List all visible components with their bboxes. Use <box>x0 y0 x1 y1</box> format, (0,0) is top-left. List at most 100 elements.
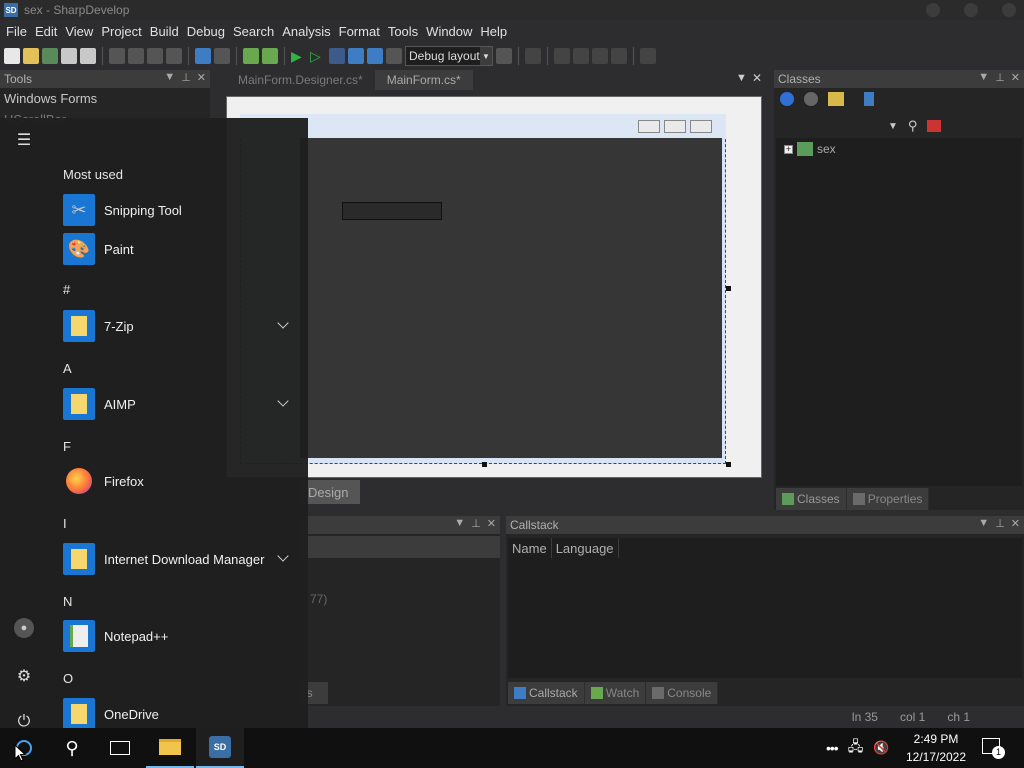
menu-file[interactable]: File <box>2 24 31 39</box>
volume-muted-icon[interactable]: 🔇 <box>873 740 889 756</box>
close-icon[interactable]: ✕ <box>1011 517 1020 530</box>
network-icon[interactable]: 🖧 <box>848 736 864 760</box>
back-icon[interactable] <box>780 92 794 106</box>
user-account-button[interactable]: ● <box>12 616 36 640</box>
taskbar-sharpdevelop[interactable]: SD <box>196 728 244 768</box>
show-hidden-icons-icon[interactable]: ••• <box>826 740 839 756</box>
task-view-button[interactable] <box>96 728 144 768</box>
close-document-icon[interactable]: ✕ <box>752 71 762 85</box>
close-icon[interactable]: ✕ <box>487 517 496 530</box>
tab-watch[interactable]: Watch <box>584 682 647 704</box>
start-header-i[interactable]: I <box>63 516 67 531</box>
prev-bookmark-icon[interactable] <box>573 48 589 64</box>
open-project-icon[interactable] <box>42 48 58 64</box>
tools-category-windows-forms[interactable]: Windows Forms <box>0 88 210 109</box>
chevron-down-icon[interactable] <box>277 317 289 329</box>
pin-icon[interactable]: ⊥ <box>995 71 1005 84</box>
menu-view[interactable]: View <box>61 24 97 39</box>
undo-icon[interactable] <box>195 48 211 64</box>
start-app-snipping-tool[interactable]: ✂ Snipping Tool <box>63 193 293 227</box>
dropdown-icon[interactable]: ▼ <box>164 71 175 84</box>
tab-classes[interactable]: Classes <box>776 488 847 510</box>
menu-search[interactable]: Search <box>229 24 278 39</box>
menu-edit[interactable]: Edit <box>31 24 61 39</box>
column-language[interactable]: Language <box>552 538 619 558</box>
menu-debug[interactable]: Debug <box>183 24 229 39</box>
resize-handle-bottom[interactable] <box>482 462 487 467</box>
close-button[interactable] <box>1002 3 1016 17</box>
filter-dropdown-icon[interactable]: ▼ <box>888 121 898 132</box>
comment-icon[interactable] <box>525 48 541 64</box>
start-app-7zip[interactable]: 7-Zip <box>63 309 293 343</box>
save-all-icon[interactable] <box>80 48 96 64</box>
tab-properties[interactable]: Properties <box>846 488 930 510</box>
pin-icon[interactable]: ⊥ <box>471 517 481 530</box>
start-header-f[interactable]: F <box>63 439 71 454</box>
run-icon[interactable]: ▶ <box>291 48 307 64</box>
run-without-debug-icon[interactable]: ▷ <box>310 48 326 64</box>
chevron-down-icon[interactable] <box>277 550 289 562</box>
find-icon[interactable] <box>640 48 656 64</box>
start-app-paint[interactable]: 🎨 Paint <box>63 232 293 266</box>
column-name[interactable]: Name <box>508 538 552 558</box>
start-header-a[interactable]: A <box>63 361 72 376</box>
paste-icon[interactable] <box>147 48 163 64</box>
build-icon[interactable] <box>243 48 259 64</box>
dropdown-icon[interactable]: ▼ <box>978 71 989 84</box>
minimize-button[interactable] <box>926 3 940 17</box>
maximize-button[interactable] <box>964 3 978 17</box>
start-header-n[interactable]: N <box>63 594 72 609</box>
menu-project[interactable]: Project <box>97 24 145 39</box>
tab-design[interactable]: Design <box>300 480 360 504</box>
start-app-aimp[interactable]: AIMP <box>63 387 293 421</box>
hamburger-menu-icon[interactable]: ☰ <box>12 128 36 152</box>
close-icon[interactable]: ✕ <box>197 71 206 84</box>
start-header-o[interactable]: O <box>63 671 73 686</box>
cut-icon[interactable] <box>109 48 125 64</box>
copy-icon[interactable] <box>128 48 144 64</box>
tab-callstack[interactable]: Callstack <box>508 682 585 704</box>
start-app-notepadpp[interactable]: Notepad++ <box>63 619 293 653</box>
collapse-all-icon[interactable] <box>864 92 874 106</box>
start-app-firefox[interactable]: Firefox <box>63 464 293 498</box>
pin-icon[interactable]: ⊥ <box>995 517 1005 530</box>
save-icon[interactable] <box>61 48 77 64</box>
taskbar-search-button[interactable]: ⚲ <box>48 728 96 768</box>
delete-icon[interactable] <box>166 48 182 64</box>
menu-window[interactable]: Window <box>422 24 476 39</box>
resize-handle-right[interactable] <box>726 286 731 291</box>
pin-icon[interactable]: ⊥ <box>181 71 191 84</box>
step-out-icon[interactable] <box>386 48 402 64</box>
open-file-icon[interactable] <box>23 48 39 64</box>
start-header-hash[interactable]: # <box>63 282 70 297</box>
tree-node-sex[interactable]: + sex <box>784 142 836 156</box>
start-app-onedrive[interactable]: OneDrive <box>63 697 293 731</box>
stop-icon[interactable] <box>329 48 345 64</box>
bookmark-icon[interactable] <box>554 48 570 64</box>
tab-list-icon[interactable]: ▼ <box>736 72 747 84</box>
tab-console[interactable]: Console <box>646 682 719 704</box>
tab-mainform[interactable]: MainForm.cs* <box>374 70 473 90</box>
tab-mainform-designer[interactable]: MainForm.Designer.cs* <box>226 70 375 90</box>
step-into-icon[interactable] <box>367 48 383 64</box>
clear-bookmarks-icon[interactable] <box>611 48 627 64</box>
menu-tools[interactable]: Tools <box>384 24 422 39</box>
format-icon[interactable] <box>496 48 512 64</box>
resize-handle-corner[interactable] <box>726 462 731 467</box>
settings-gear-icon[interactable]: ⚙ <box>12 664 36 688</box>
dropdown-icon[interactable]: ▼ <box>978 517 989 530</box>
designed-form-body[interactable] <box>300 138 722 458</box>
expand-icon[interactable]: + <box>784 144 793 154</box>
clear-search-icon[interactable] <box>927 120 942 132</box>
dropdown-icon[interactable]: ▼ <box>454 517 465 530</box>
chevron-down-icon[interactable] <box>277 395 289 407</box>
next-bookmark-icon[interactable] <box>592 48 608 64</box>
redo-icon[interactable] <box>214 48 230 64</box>
menu-format[interactable]: Format <box>335 24 384 39</box>
menu-help[interactable]: Help <box>476 24 511 39</box>
step-over-icon[interactable] <box>348 48 364 64</box>
add-folder-icon[interactable] <box>828 92 844 106</box>
close-icon[interactable]: ✕ <box>1011 71 1020 84</box>
new-file-icon[interactable] <box>4 48 20 64</box>
menu-analysis[interactable]: Analysis <box>278 24 334 39</box>
